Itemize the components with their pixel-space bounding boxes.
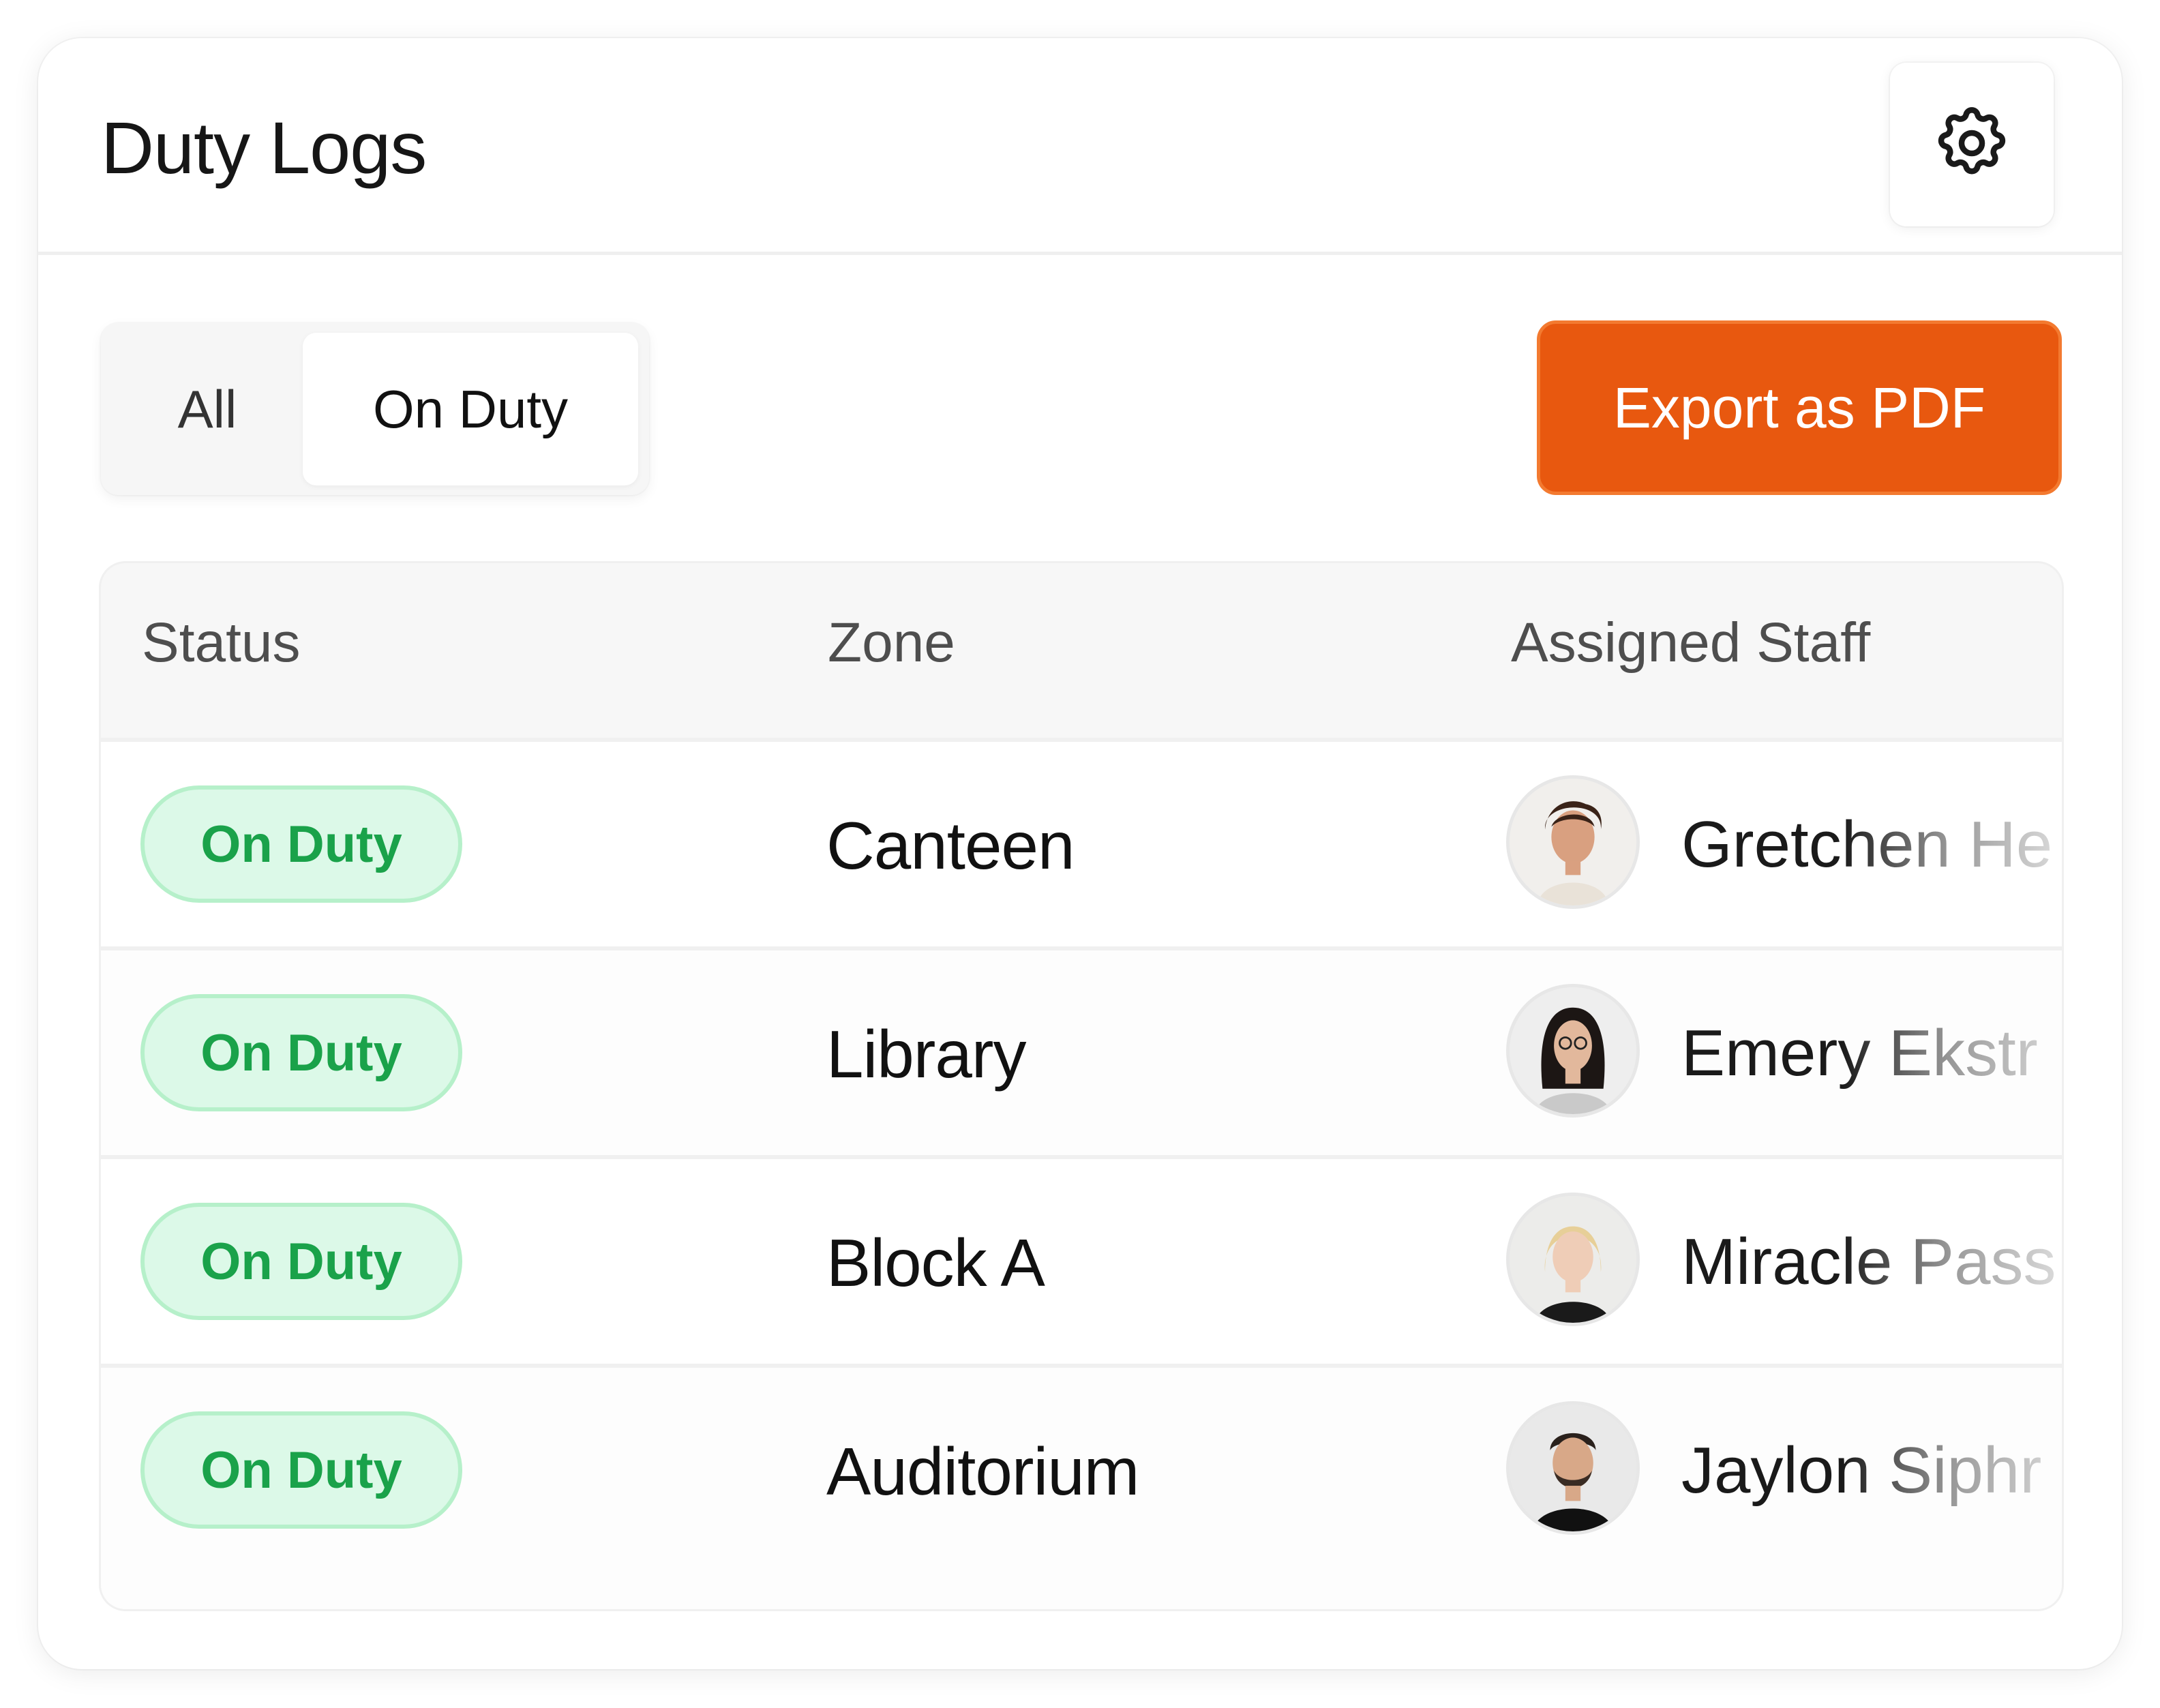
avatar [1510, 779, 1636, 905]
column-header-staff: Assigned Staff [1511, 612, 1871, 674]
export-pdf-button[interactable]: Export as PDF [1537, 320, 2062, 495]
status-badge: On Duty [140, 1411, 462, 1529]
status-badge: On Duty [140, 994, 462, 1111]
gear-icon [1931, 102, 2013, 188]
avatar [1510, 1405, 1636, 1531]
card-header: Duty Logs [38, 38, 2122, 255]
staff-name: Gretchen He [1681, 808, 2053, 881]
avatar [1510, 987, 1636, 1114]
zone-cell: Block A [826, 1225, 1045, 1300]
column-header-status: Status [142, 612, 301, 674]
table-row[interactable]: On Duty Auditorium Jaylon Siphr [101, 1364, 2062, 1609]
table-row[interactable]: On Duty Block A Miracle Pass [101, 1155, 2062, 1364]
staff-name: Emery Ekstr [1681, 1017, 2038, 1090]
zone-cell: Library [826, 1017, 1027, 1092]
staff-name: Jaylon Siphr [1681, 1434, 2042, 1507]
table-header: Status Zone Assigned Staff [101, 563, 2062, 738]
zone-cell: Canteen [826, 808, 1075, 883]
status-badge: On Duty [140, 785, 462, 903]
duty-table: Status Zone Assigned Staff On Duty Cante… [101, 563, 2062, 1609]
table-row[interactable]: On Duty Canteen Gretchen He [101, 738, 2062, 946]
filter-tabs: All On Duty [101, 323, 649, 495]
column-header-zone: Zone [828, 612, 955, 674]
page-title: Duty Logs [101, 106, 427, 189]
table-row[interactable]: On Duty Library Emery Ekstr [101, 946, 2062, 1155]
tab-all[interactable]: All [112, 333, 303, 485]
staff-name: Miracle Pass [1681, 1225, 2056, 1298]
settings-button[interactable] [1890, 63, 2054, 226]
zone-cell: Auditorium [826, 1434, 1139, 1509]
status-badge: On Duty [140, 1203, 462, 1320]
duty-logs-card: Duty Logs All On Duty Export as PDF Stat… [38, 38, 2122, 1669]
tab-on-duty[interactable]: On Duty [303, 333, 638, 485]
avatar [1510, 1196, 1636, 1323]
